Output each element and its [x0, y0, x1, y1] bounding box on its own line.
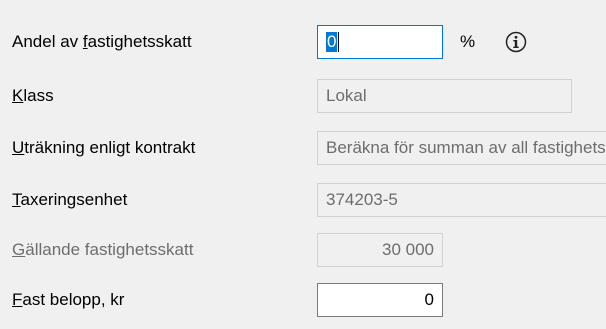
current-tax-label: Gällande fastighetsskatt [12, 240, 194, 259]
fixed-amount-row: Fast belopp, kr 0 [0, 280, 606, 320]
calc-row: Uträkning enligt kontrakt Beräkna för su… [0, 128, 606, 168]
fixed-amount-label: Fast belopp, kr [12, 290, 125, 309]
tax-unit-value: 374203-5 [326, 190, 398, 209]
share-label: Andel av fastighetsskatt [12, 32, 192, 51]
tax-unit-field: 374203-5 [317, 183, 606, 217]
fixed-amount-value: 0 [424, 290, 434, 309]
tax-unit-label: Taxeringsenhet [12, 190, 128, 209]
class-field: Lokal [317, 79, 572, 113]
share-input[interactable]: 0 [317, 25, 443, 59]
calc-value: Beräkna för summan av all fastighetsskat… [326, 138, 606, 157]
tax-unit-row: Taxeringsenhet 374203-5 [0, 180, 606, 220]
class-value: Lokal [326, 86, 367, 105]
class-row: Klass Lokal [0, 76, 606, 116]
share-input-value: 0 [326, 32, 338, 52]
current-tax-value: 30 000 [382, 240, 434, 259]
calc-field: Beräkna för summan av all fastighetsskat… [317, 131, 606, 165]
current-tax-field: 30 000 [317, 233, 443, 267]
text-caret [338, 32, 340, 52]
fixed-amount-input[interactable]: 0 [317, 283, 443, 317]
percent-unit: % [460, 32, 476, 51]
share-row: Andel av fastighetsskatt 0 % [0, 22, 606, 62]
info-circle-icon[interactable] [505, 31, 527, 53]
current-tax-row: Gällande fastighetsskatt 30 000 [0, 230, 606, 270]
calc-label: Uträkning enligt kontrakt [12, 138, 196, 157]
class-label: Klass [12, 86, 54, 105]
